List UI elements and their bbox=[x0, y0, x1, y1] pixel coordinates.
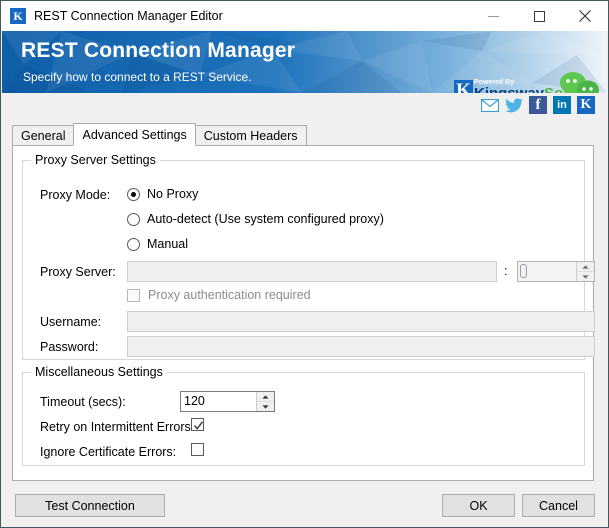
chat-bubbles-icon bbox=[560, 72, 599, 93]
retry-checkbox-box bbox=[191, 418, 204, 431]
title-bar: K REST Connection Manager Editor bbox=[1, 1, 608, 31]
port-decrement-icon[interactable] bbox=[577, 272, 594, 281]
username-label: Username: bbox=[40, 315, 102, 329]
facebook-icon[interactable]: f bbox=[529, 96, 547, 114]
timeout-spinner[interactable]: 120 bbox=[180, 391, 275, 412]
timeout-label: Timeout (secs): bbox=[40, 395, 126, 409]
port-separator: : bbox=[504, 264, 508, 278]
maximize-icon[interactable] bbox=[516, 1, 562, 31]
app-icon: K bbox=[10, 8, 26, 24]
proxy-auth-required-checkbox[interactable]: Proxy authentication required bbox=[127, 288, 311, 302]
radio-manual[interactable]: Manual bbox=[127, 237, 188, 251]
radio-no-proxy[interactable]: No Proxy bbox=[127, 187, 198, 201]
password-label: Password: bbox=[40, 340, 99, 354]
window-controls bbox=[470, 1, 608, 31]
ok-button[interactable]: OK bbox=[442, 494, 515, 517]
radio-manual-indicator bbox=[127, 237, 140, 251]
banner-subtitle: Specify how to connect to a REST Service… bbox=[23, 70, 252, 84]
rest-connection-manager-editor-window: K REST Connection Manager Editor REST Co… bbox=[0, 0, 609, 528]
window-title: REST Connection Manager Editor bbox=[34, 9, 223, 23]
linkedin-icon[interactable]: in bbox=[553, 96, 571, 114]
proxy-group-legend: Proxy Server Settings bbox=[31, 153, 160, 167]
proxy-mode-label: Proxy Mode: bbox=[40, 188, 111, 202]
ignore-cert-checkbox-box bbox=[191, 443, 204, 456]
password-input[interactable] bbox=[127, 336, 595, 357]
header-banner: REST Connection Manager Specify how to c… bbox=[2, 31, 607, 93]
proxy-server-settings-group: Proxy Server Settings Proxy Mode: No Pro… bbox=[22, 153, 595, 360]
test-connection-button[interactable]: Test Connection bbox=[15, 494, 165, 517]
proxy-auth-required-box bbox=[127, 288, 140, 302]
social-links: f in K bbox=[481, 96, 595, 114]
proxy-port-spinner[interactable]: 0 bbox=[517, 261, 595, 282]
retry-on-intermittent-errors-checkbox[interactable] bbox=[191, 418, 204, 431]
kingswaysoft-icon[interactable]: K bbox=[577, 96, 595, 114]
email-icon[interactable] bbox=[481, 96, 499, 114]
twitter-icon[interactable] bbox=[505, 96, 523, 114]
cancel-button[interactable]: Cancel bbox=[522, 494, 595, 517]
username-input[interactable] bbox=[127, 311, 595, 332]
tab-strip: General Advanced Settings Custom Headers bbox=[12, 123, 594, 146]
misc-group-legend: Miscellaneous Settings bbox=[31, 365, 167, 379]
radio-auto-detect-label: Auto-detect (Use system configured proxy… bbox=[147, 212, 384, 226]
tab-advanced-settings[interactable]: Advanced Settings bbox=[73, 123, 196, 146]
ignore-certificate-errors-checkbox[interactable] bbox=[191, 443, 204, 456]
ignore-certificate-errors-label: Ignore Certificate Errors: bbox=[40, 445, 177, 459]
timeout-decrement-icon[interactable] bbox=[257, 402, 274, 411]
timeout-value: 120 bbox=[184, 394, 205, 408]
radio-no-proxy-indicator bbox=[127, 187, 140, 201]
tab-general[interactable]: General bbox=[12, 125, 75, 145]
advanced-settings-panel: Proxy Server Settings Proxy Mode: No Pro… bbox=[12, 145, 595, 481]
proxy-port-stepper[interactable] bbox=[576, 262, 594, 281]
radio-auto-detect-indicator bbox=[127, 212, 140, 226]
tab-custom-headers[interactable]: Custom Headers bbox=[194, 125, 307, 145]
brand-kingsway: Kingsway bbox=[474, 84, 545, 94]
radio-manual-label: Manual bbox=[147, 237, 188, 251]
port-increment-icon[interactable] bbox=[577, 262, 594, 272]
retry-label: Retry on Intermittent Errors: bbox=[40, 420, 195, 434]
port-caret bbox=[520, 264, 527, 278]
timeout-increment-icon[interactable] bbox=[257, 392, 274, 402]
kingswaysoft-logo: K Powered By KingswaySoft bbox=[454, 78, 573, 93]
close-icon[interactable] bbox=[562, 1, 608, 31]
radio-no-proxy-label: No Proxy bbox=[147, 187, 199, 201]
proxy-port-value-wrap: 0 bbox=[518, 262, 576, 281]
minimize-icon[interactable] bbox=[470, 1, 516, 31]
proxy-server-label: Proxy Server: bbox=[40, 265, 116, 279]
radio-auto-detect[interactable]: Auto-detect (Use system configured proxy… bbox=[127, 212, 384, 226]
timeout-stepper[interactable] bbox=[256, 392, 274, 411]
banner-title: REST Connection Manager bbox=[21, 39, 296, 62]
proxy-server-input[interactable] bbox=[127, 261, 497, 282]
kingswaysoft-k-icon: K bbox=[454, 79, 473, 93]
proxy-auth-required-label: Proxy authentication required bbox=[148, 288, 311, 302]
miscellaneous-settings-group: Miscellaneous Settings Timeout (secs): 1… bbox=[22, 365, 585, 466]
